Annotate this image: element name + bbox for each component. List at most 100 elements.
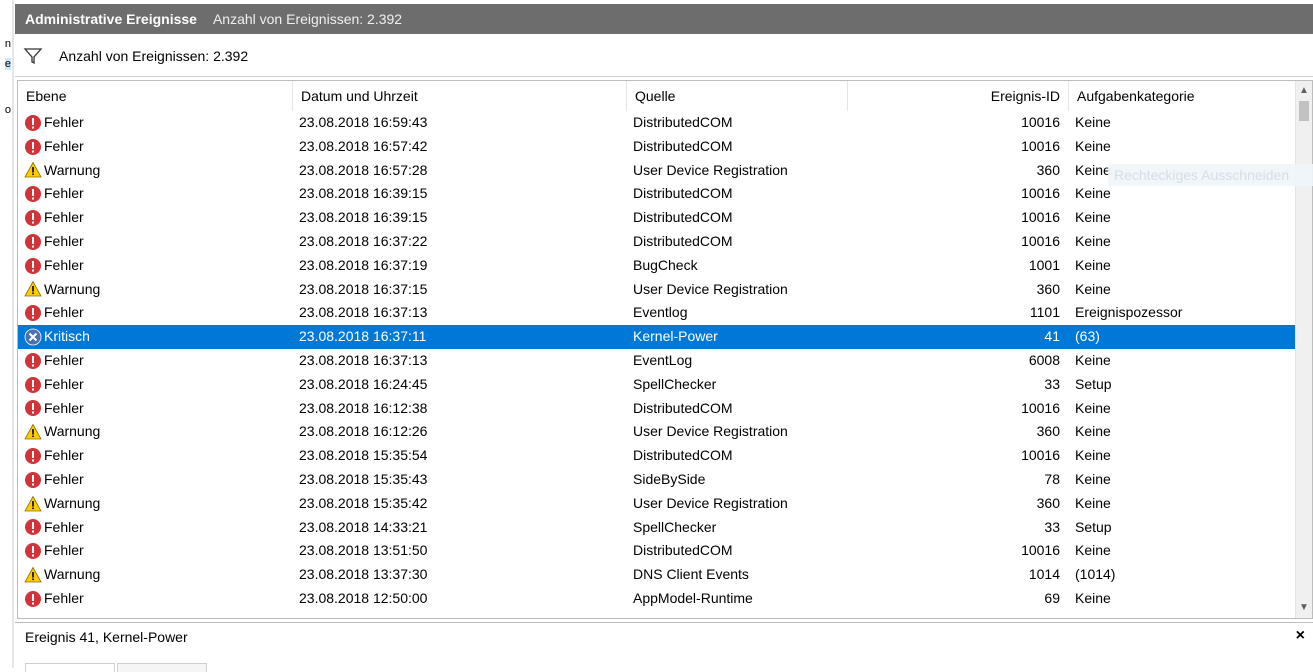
event-category: Keine <box>1075 209 1111 226</box>
column-header-level[interactable]: Ebene <box>18 81 293 111</box>
event-category: Setup <box>1075 375 1112 392</box>
event-category: Keine <box>1075 114 1111 130</box>
event-row[interactable]: Fehler 23.08.2018 16:12:38 DistributedCOM 1… <box>18 397 1296 421</box>
event-date: 23.08.2018 16:39:15 <box>299 185 428 202</box>
event-date: 23.08.2018 16:12:26 <box>299 423 428 440</box>
event-row[interactable]: Fehler 23.08.2018 15:35:43 SideBySide 78 Kei… <box>18 468 1296 492</box>
event-row[interactable]: Fehler 23.08.2018 16:37:13 Eventlog 1101 Ere… <box>18 301 1296 325</box>
column-header-event-id[interactable]: Ereignis-ID <box>848 81 1069 111</box>
critical-icon <box>24 328 42 346</box>
event-row[interactable]: Fehler 23.08.2018 16:39:15 DistributedCOM 1… <box>18 182 1296 206</box>
event-id: 360 <box>1036 423 1060 440</box>
error-icon <box>24 471 42 489</box>
error-icon <box>24 376 42 394</box>
column-header-row: Ebene Datum und Uhrzeit Quelle Ereignis-… <box>18 81 1296 111</box>
view-event-count: Anzahl von Ereignissen: 2.392 <box>212 11 403 27</box>
event-id: 1001 <box>1028 256 1060 273</box>
scrollbar-thumb[interactable] <box>1299 101 1309 121</box>
event-date: 23.08.2018 16:12:38 <box>299 399 428 416</box>
event-detail-pane: Ereignis 41, Kernel-Power × <box>15 622 1313 672</box>
event-date: 23.08.2018 12:50:00 <box>299 589 428 606</box>
event-level: Fehler <box>44 114 84 130</box>
error-icon <box>24 185 42 203</box>
event-row[interactable]: Fehler 23.08.2018 16:37:19 BugCheck 1001 Kei… <box>18 254 1296 278</box>
event-row[interactable]: Fehler 23.08.2018 16:37:22 DistributedCOM 1… <box>18 230 1296 254</box>
event-row[interactable]: Fehler 23.08.2018 16:24:45 SpellChecker 33 S… <box>18 373 1296 397</box>
event-category: Keine <box>1075 494 1111 511</box>
event-row[interactable]: Warnung 23.08.2018 16:12:26 User Device Re… <box>18 420 1296 444</box>
error-icon <box>24 352 42 370</box>
event-id: 41 <box>1044 328 1060 345</box>
event-row[interactable]: Fehler 23.08.2018 14:33:21 SpellChecker 33 S… <box>18 516 1296 540</box>
event-list[interactable]: Ebene Datum und Uhrzeit Quelle Ereignis-… <box>17 80 1313 619</box>
event-row[interactable]: Fehler 23.08.2018 13:51:50 DistributedCOM 1… <box>18 539 1296 563</box>
event-level: Fehler <box>44 447 84 464</box>
event-row[interactable]: Fehler 23.08.2018 16:37:13 EventLog 6008 Kei… <box>18 349 1296 373</box>
event-category: Keine <box>1075 280 1111 297</box>
event-id: 10016 <box>1021 114 1060 130</box>
event-level: Warnung <box>44 494 101 511</box>
event-level: Fehler <box>44 304 84 321</box>
event-row[interactable]: Fehler 23.08.2018 15:35:54 DistributedCOM 1… <box>18 444 1296 468</box>
event-date: 23.08.2018 16:37:19 <box>299 256 428 273</box>
event-date: 23.08.2018 16:24:45 <box>299 375 428 392</box>
event-row[interactable]: Fehler 23.08.2018 16:57:42 DistributedCOM 1… <box>18 135 1296 159</box>
event-row[interactable]: Warnung 23.08.2018 16:57:28 User Device Re… <box>18 159 1296 183</box>
vertical-scrollbar[interactable]: ▲ ▼ <box>1295 81 1312 618</box>
event-date: 23.08.2018 16:37:11 <box>299 328 427 345</box>
event-level-cell: Warnung <box>24 563 284 587</box>
warning-icon <box>24 495 42 513</box>
event-category: Keine <box>1075 256 1111 273</box>
event-row[interactable]: Warnung 23.08.2018 15:35:42 User Device Re… <box>18 492 1296 516</box>
event-level: Fehler <box>44 589 84 606</box>
event-level: Fehler <box>44 185 84 202</box>
event-id: 10016 <box>1021 209 1060 226</box>
event-level-cell: Kritisch <box>24 325 284 349</box>
event-id: 360 <box>1036 280 1060 297</box>
column-header-date[interactable]: Datum und Uhrzeit <box>293 81 627 111</box>
event-level: Fehler <box>44 351 84 368</box>
event-level: Warnung <box>44 423 101 440</box>
event-level-cell: Fehler <box>24 111 284 135</box>
tree-text-fragment: o <box>4 104 11 116</box>
event-row[interactable]: Kritisch 23.08.2018 16:37:11 Kernel-Power 4… <box>18 325 1296 349</box>
event-row[interactable]: Fehler 23.08.2018 12:50:00 AppModel-Runtim… <box>18 587 1296 611</box>
scroll-down-arrow-icon[interactable]: ▼ <box>1296 600 1312 616</box>
event-level: Fehler <box>44 518 84 535</box>
event-date: 23.08.2018 16:39:15 <box>299 209 428 226</box>
column-header-category[interactable]: Aufgabenkategorie <box>1069 81 1296 111</box>
event-id: 33 <box>1044 375 1060 392</box>
event-level: Warnung <box>44 161 101 178</box>
column-header-source[interactable]: Quelle <box>627 81 848 111</box>
filter-icon[interactable] <box>23 46 43 66</box>
splitter[interactable] <box>12 0 14 668</box>
close-icon[interactable]: × <box>1296 627 1305 645</box>
event-level: Warnung <box>44 280 101 297</box>
event-id: 10016 <box>1021 232 1060 249</box>
event-level: Fehler <box>44 542 84 559</box>
error-icon <box>24 518 42 536</box>
event-row[interactable]: Warnung 23.08.2018 13:37:30 DNS Client Eve… <box>18 563 1296 587</box>
event-category: Keine <box>1075 447 1111 464</box>
error-icon <box>24 542 42 560</box>
event-row[interactable]: Fehler 23.08.2018 16:39:15 DistributedCOM 1… <box>18 206 1296 230</box>
scroll-up-arrow-icon[interactable]: ▲ <box>1296 83 1312 99</box>
event-id: 360 <box>1036 161 1060 178</box>
event-id: 69 <box>1044 589 1060 606</box>
error-icon <box>24 447 42 465</box>
event-date: 23.08.2018 15:35:42 <box>299 494 428 511</box>
event-id: 10016 <box>1021 447 1060 464</box>
event-level-cell: Fehler <box>24 135 284 159</box>
tree-text-fragment-selected[interactable]: e <box>4 58 11 70</box>
event-row[interactable]: Fehler 23.08.2018 16:59:43 DistributedCOM 1… <box>18 111 1296 135</box>
event-level: Warnung <box>44 566 101 583</box>
event-date: 23.08.2018 15:35:43 <box>299 470 428 487</box>
event-category: Ereignispozessor <box>1075 304 1183 321</box>
error-icon <box>24 233 42 251</box>
event-level-cell: Fehler <box>24 254 284 278</box>
event-date: 23.08.2018 16:57:28 <box>299 161 428 178</box>
event-date: 23.08.2018 16:37:13 <box>299 304 428 321</box>
event-category: (1014) <box>1075 566 1116 583</box>
event-category: Keine <box>1075 399 1111 416</box>
event-row[interactable]: Warnung 23.08.2018 16:37:15 User Device Re… <box>18 278 1296 302</box>
